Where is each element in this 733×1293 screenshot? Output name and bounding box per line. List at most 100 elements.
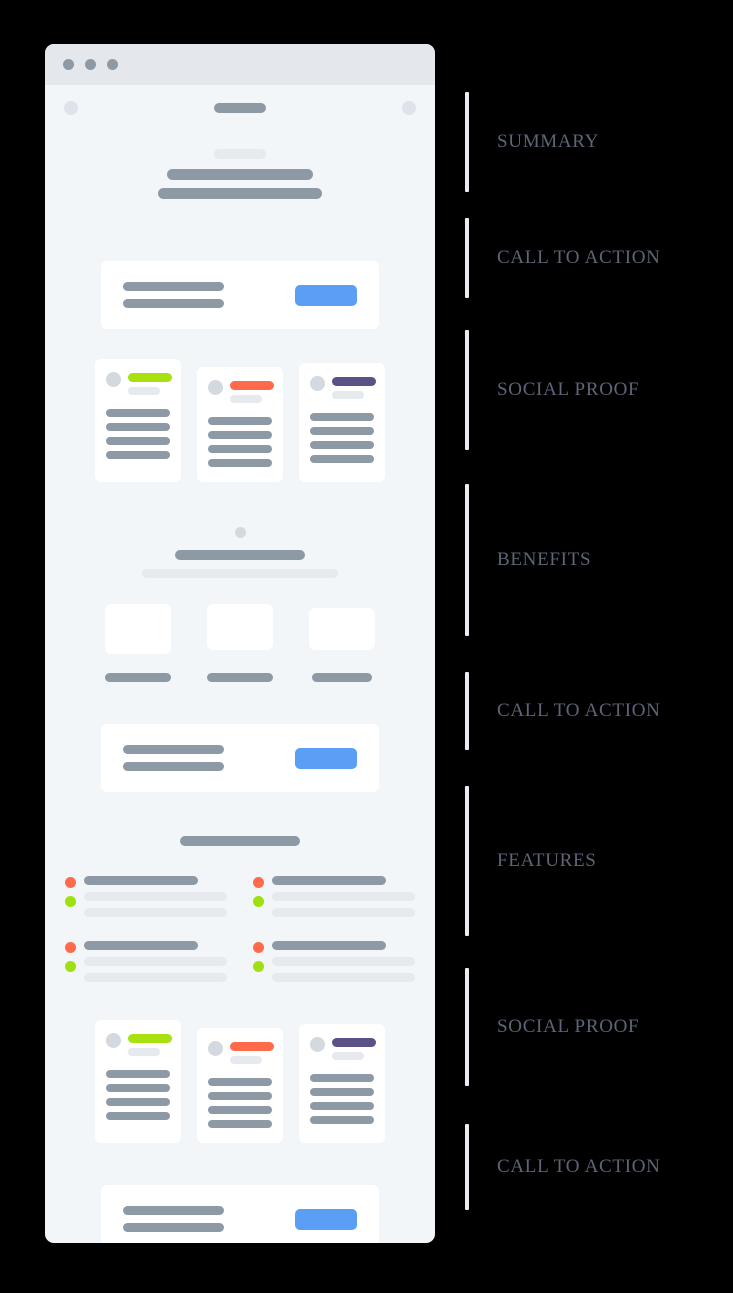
annotation-social-proof-2: SOCIAL PROOF [465,968,639,1086]
testimonial-body [106,1070,170,1120]
annotation-rule [465,1124,469,1210]
testimonial-card[interactable] [95,359,181,482]
window-minimize-icon[interactable] [85,59,96,70]
cta-text-line-1 [123,282,224,291]
testimonial-line [208,445,272,453]
feature-body-line [84,908,227,917]
benefits-icon [234,527,246,538]
testimonial-line [208,417,272,425]
annotation-label: SOCIAL PROOF [497,1016,640,1037]
avatar [106,1033,121,1048]
avatar [310,1037,325,1052]
testimonial-name [230,1042,274,1051]
nav-left-placeholder-icon[interactable] [64,101,78,115]
cta-card[interactable] [101,261,379,329]
testimonial-card[interactable] [299,1024,385,1143]
feature-dot-orange-icon [253,877,264,888]
cta-button[interactable] [295,747,357,769]
cta-card[interactable] [101,1185,379,1243]
cta-text-line-2 [123,299,224,308]
testimonial-line [310,1102,374,1110]
testimonial-line [208,1078,272,1086]
hero-logo-placeholder [214,103,266,113]
cta-text-line-1 [123,745,224,754]
annotation-rule [465,484,469,636]
feature-text [84,876,227,917]
annotation-benefits: BENEFITS [465,484,591,636]
features-grid [45,876,435,982]
testimonial-line [310,413,374,421]
cta-text-line-2 [123,762,224,771]
feature-title-line [84,876,199,885]
testimonial-line [208,1092,272,1100]
feature-item[interactable] [253,876,415,917]
testimonial-line [106,409,170,417]
testimonial-line [106,451,170,459]
avatar [208,380,223,395]
benefit-image-placeholder [105,604,171,654]
cta-text-line-2 [123,1223,224,1232]
testimonial-header [310,376,376,399]
testimonial-card[interactable] [299,363,385,482]
feature-item[interactable] [65,941,227,982]
testimonial-line [310,1074,374,1082]
annotation-label: FEATURES [497,850,597,871]
annotation-rule [465,218,469,298]
annotation-column: SUMMARY CALL TO ACTION SOCIAL PROOF BENE… [465,0,733,1293]
testimonial-meta [230,380,274,403]
nav-right-placeholder-icon[interactable] [402,101,416,115]
annotation-rule [465,330,469,450]
testimonial-header [208,380,274,403]
testimonial-body [310,1074,374,1124]
testimonial-name [128,373,172,382]
testimonial-line [106,1084,170,1092]
browser-window-mockup [45,44,435,1243]
cta-button[interactable] [295,284,357,306]
cta-text-line-1 [123,1206,224,1215]
cta-text-block [123,1206,224,1232]
benefit-image-placeholder [207,604,273,650]
feature-text [84,941,227,982]
testimonial-card[interactable] [197,367,283,482]
hero-eyebrow-placeholder [214,149,266,159]
testimonial-name [230,381,274,390]
window-close-icon[interactable] [63,59,74,70]
testimonial-line [208,431,272,439]
testimonial-header [106,372,172,395]
benefits-header [45,527,435,578]
cta-card[interactable] [101,724,379,792]
annotation-label: SUMMARY [497,131,600,152]
section-summary [45,85,435,235]
section-cta-bottom [45,1185,435,1243]
window-maximize-icon[interactable] [107,59,118,70]
cta-text-block [123,282,224,308]
annotation-summary: SUMMARY [465,92,599,192]
feature-body-line [84,957,227,966]
section-cta-mid [45,724,435,792]
feature-dot-orange-icon [65,942,76,953]
feature-item[interactable] [65,876,227,917]
features-title [180,836,300,846]
testimonial-role [128,387,160,395]
feature-dot-lime-icon [253,961,264,972]
testimonial-body [208,1078,272,1128]
benefit-image-placeholder [309,608,375,650]
features-header [45,836,435,846]
feature-item[interactable] [253,941,415,982]
feature-dot-lime-icon [65,961,76,972]
testimonial-meta [128,1033,172,1056]
feature-body-line [272,892,415,901]
feature-icons [253,876,264,917]
feature-title-line [272,941,387,950]
wireframe-page [45,85,435,1243]
benefit-item[interactable] [207,604,273,682]
testimonial-card[interactable] [197,1028,283,1143]
testimonial-name [332,1038,376,1047]
benefit-item[interactable] [105,604,171,682]
annotation-label: SOCIAL PROOF [497,379,640,400]
annotation-label: CALL TO ACTION [497,700,661,721]
cta-button[interactable] [295,1208,357,1230]
testimonial-role [230,1056,262,1064]
testimonial-card[interactable] [95,1020,181,1143]
benefit-item[interactable] [309,604,375,682]
